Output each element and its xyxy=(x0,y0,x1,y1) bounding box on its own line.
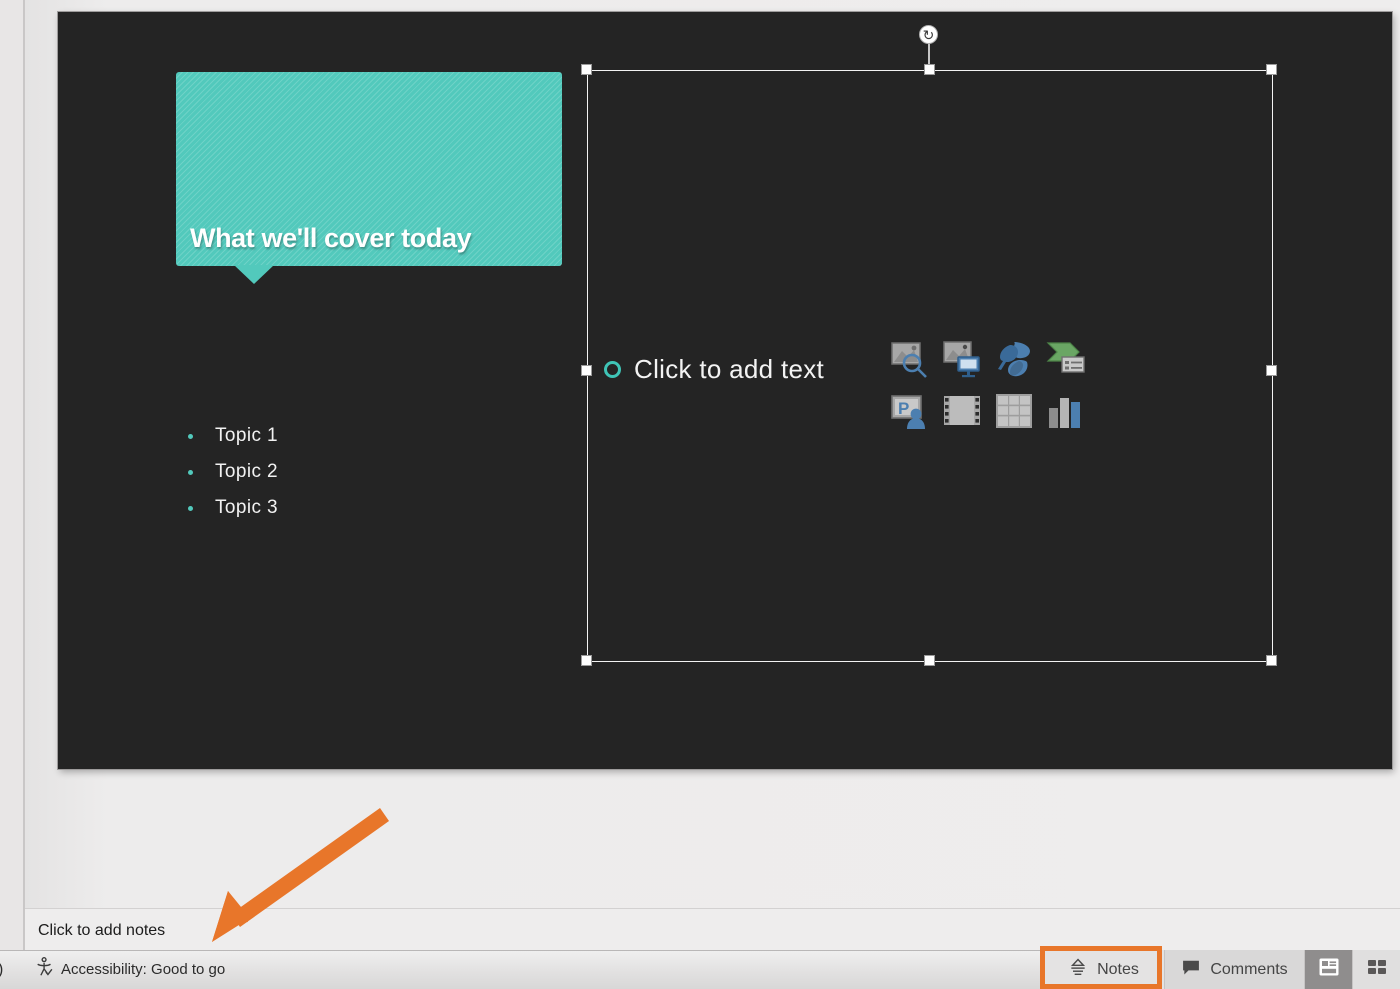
bullet-label: Topic 3 xyxy=(215,497,279,518)
rotation-handle-stem xyxy=(928,44,930,65)
normal-view-icon xyxy=(1316,954,1342,985)
powerpoint-editor-window: What we'll cover today Topic 1 Topic 2 T… xyxy=(0,0,1400,989)
list-item[interactable]: Topic 1 xyxy=(183,418,513,454)
normal-view-button[interactable] xyxy=(1304,950,1352,989)
slide-from-outline-icon[interactable]: P xyxy=(884,385,936,437)
icons-icon[interactable] xyxy=(988,333,1040,385)
video-icon[interactable] xyxy=(936,385,988,437)
insert-content-icon-grid: P xyxy=(884,333,1092,437)
bullet-list-placeholder[interactable]: Topic 1 Topic 2 Topic 3 xyxy=(183,418,513,526)
notes-icon xyxy=(1068,957,1088,982)
bullet-dot-icon xyxy=(188,505,193,511)
content-placeholder[interactable]: Click to add text P xyxy=(587,70,1273,662)
pictures-icon[interactable] xyxy=(884,333,936,385)
annotation-arrow xyxy=(212,808,389,942)
list-item[interactable]: Topic 2 xyxy=(183,454,513,490)
resize-handle-top-right[interactable] xyxy=(1266,64,1277,75)
status-bar-left: ) Accessibility: Good to go xyxy=(0,950,231,989)
resize-handle-top-center[interactable] xyxy=(924,64,935,75)
slide-canvas[interactable]: What we'll cover today Topic 1 Topic 2 T… xyxy=(58,12,1392,769)
notes-button[interactable]: Notes xyxy=(1042,950,1164,989)
speech-bubble-tail xyxy=(234,265,274,284)
bullet-dot-icon xyxy=(188,433,193,439)
title-placeholder[interactable]: What we'll cover today xyxy=(176,72,562,266)
slide-sorter-view-button[interactable] xyxy=(1352,950,1400,989)
list-item[interactable]: Topic 3 xyxy=(183,490,513,526)
notes-placeholder-text[interactable]: Click to add notes xyxy=(38,922,165,940)
stock-images-icon[interactable] xyxy=(936,333,988,385)
comments-button-label: Comments xyxy=(1210,960,1288,978)
comment-bubble-icon xyxy=(1181,957,1201,982)
bullet-label: Topic 2 xyxy=(215,461,279,482)
status-bar-right: Notes Comments xyxy=(1042,950,1400,989)
slide-thumbnail-pane[interactable] xyxy=(0,0,23,950)
click-to-add-text-label: Click to add text xyxy=(634,354,825,384)
accessibility-status-button[interactable]: Accessibility: Good to go xyxy=(28,950,231,989)
resize-handle-top-left[interactable] xyxy=(581,64,592,75)
resize-handle-bottom-right[interactable] xyxy=(1266,655,1277,666)
notes-button-label: Notes xyxy=(1097,960,1139,978)
truncated-status-text: ) xyxy=(0,961,12,979)
accessibility-icon xyxy=(34,956,56,983)
resize-handle-bottom-center[interactable] xyxy=(924,655,935,666)
slide-title: What we'll cover today xyxy=(190,223,472,253)
content-placeholder-prompt[interactable]: Click to add text xyxy=(604,354,824,385)
comments-button[interactable]: Comments xyxy=(1164,950,1304,989)
rotation-handle[interactable]: ↻ xyxy=(919,25,938,44)
circle-bullet-icon xyxy=(604,361,621,378)
resize-handle-bottom-left[interactable] xyxy=(581,655,592,666)
accessibility-label: Accessibility: Good to go xyxy=(61,961,226,978)
svg-text:P: P xyxy=(898,399,909,418)
bullet-label: Topic 1 xyxy=(215,425,279,446)
resize-handle-middle-left[interactable] xyxy=(581,365,592,376)
table-icon[interactable] xyxy=(988,385,1040,437)
smartart-icon[interactable] xyxy=(1040,333,1092,385)
resize-handle-middle-right[interactable] xyxy=(1266,365,1277,376)
bullet-dot-icon xyxy=(188,469,193,475)
slide-sorter-view-icon xyxy=(1365,955,1389,984)
chart-icon[interactable] xyxy=(1040,385,1092,437)
